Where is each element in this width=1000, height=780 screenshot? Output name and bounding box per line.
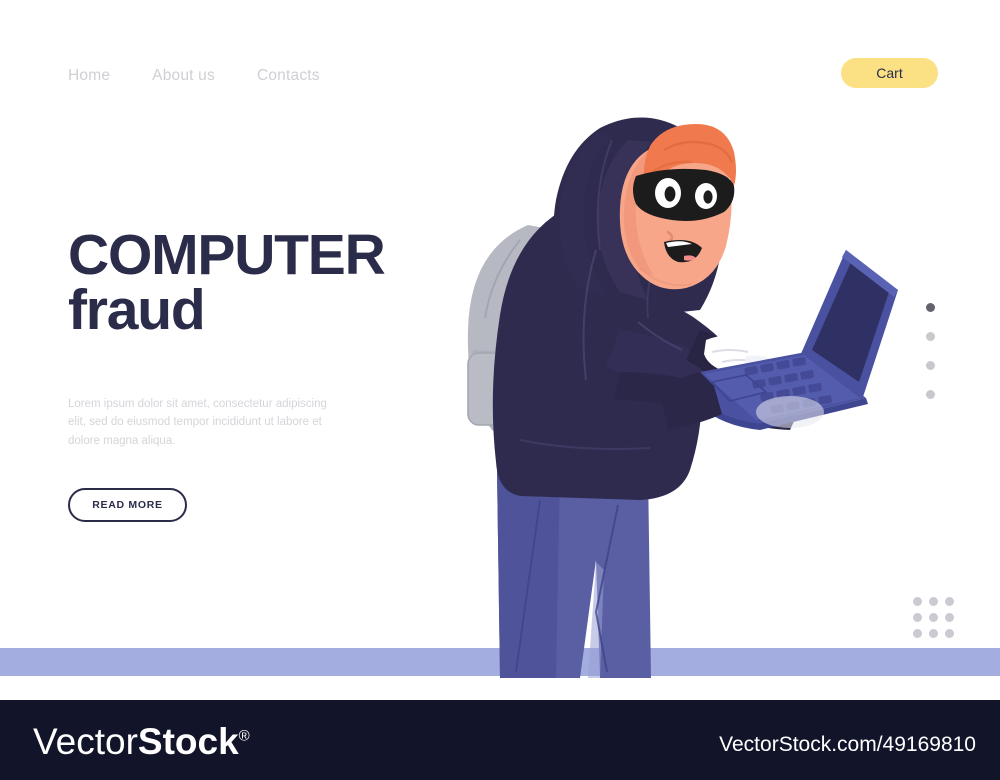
registered-trademark-icon: ®: [238, 727, 250, 745]
vectorstock-logo: VectorStock®: [33, 721, 250, 763]
footer-url: VectorStock.com/49169810: [719, 733, 976, 756]
logo-text-vector: Vector: [33, 721, 138, 762]
logo-text-stock: Stock: [137, 721, 239, 762]
pants-group: [497, 470, 651, 678]
landing-page-canvas: Home About us Contacts Cart COMPUTER fra…: [0, 0, 1000, 700]
vectorstock-footer: VectorStock® VectorStock.com/49169810: [0, 700, 1000, 780]
hacker-illustration: [467, 117, 898, 678]
